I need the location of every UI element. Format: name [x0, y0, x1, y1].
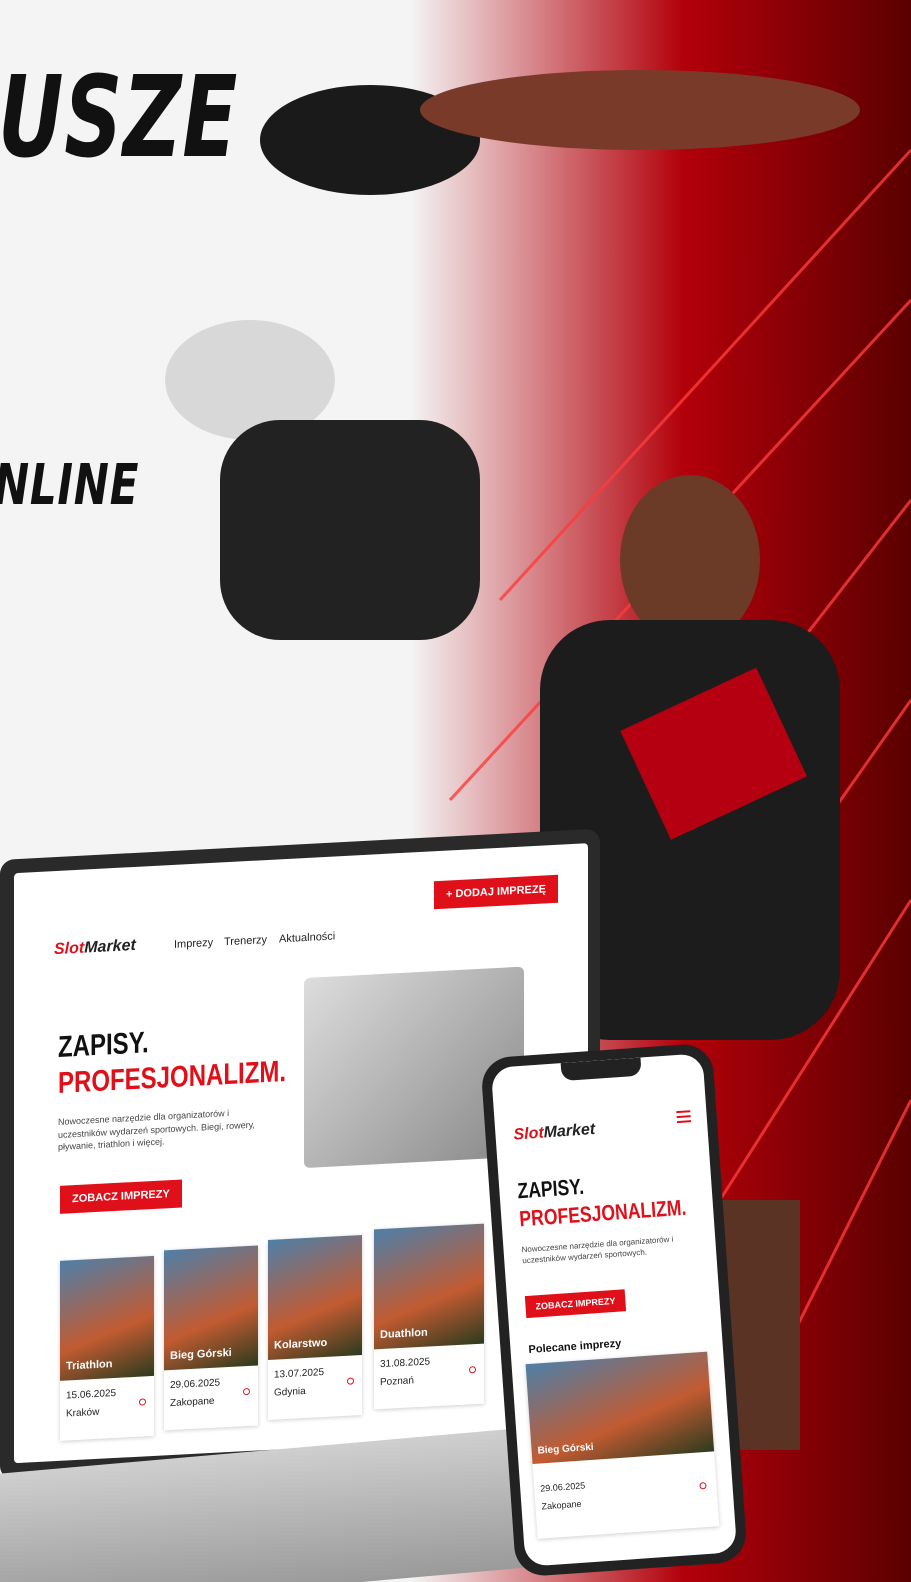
phone-notch [560, 1057, 642, 1082]
event-card-date: 15.06.2025 [66, 1387, 117, 1402]
event-card-date: 31.08.2025 [380, 1356, 431, 1371]
event-card-arrow-icon[interactable] [139, 1398, 146, 1406]
phone-event-card-city: Zakopane [541, 1498, 582, 1512]
event-card-name: Duathlon [380, 1326, 428, 1342]
event-card[interactable]: Duathlon 31.08.2025 Poznań [374, 1223, 484, 1410]
phone-hero-title-line1: ZAPISY. [516, 1173, 585, 1204]
event-card-date: 13.07.2025 [274, 1367, 325, 1381]
event-card-city: Poznań [380, 1375, 414, 1389]
site-nav: SlotMarket Imprezy Trenerzy Aktualności [54, 914, 568, 971]
event-card[interactable]: Kolarstwo 13.07.2025 Gdynia [268, 1235, 362, 1420]
event-card[interactable]: Bieg Górski 29.06.2025 Zakopane [164, 1245, 258, 1431]
runner-head [620, 475, 760, 645]
phone-event-card[interactable]: Bieg Górski 29.06.2025 Zakopane [525, 1351, 720, 1539]
phone-mockup: SlotMarket ZAPISY. PROFESJONALIZM. Nowoc… [480, 1042, 748, 1578]
phone-event-card-arrow-icon[interactable] [699, 1481, 707, 1490]
phone-screen: SlotMarket ZAPISY. PROFESJONALIZM. Nowoc… [490, 1053, 738, 1567]
add-event-button[interactable]: + DODAJ IMPREZĘ [434, 874, 558, 910]
headline-line1: USZE [0, 53, 238, 183]
event-card-city: Zakopane [170, 1395, 215, 1410]
event-card-city: Kraków [66, 1406, 100, 1420]
phone-see-events-button[interactable]: ZOBACZ IMPREZY [524, 1289, 627, 1319]
event-card-name: Triathlon [66, 1358, 113, 1373]
phone-event-card-date: 29.06.2025 [539, 1480, 586, 1494]
nav-trenerzy[interactable]: Trenerzy [224, 934, 267, 948]
event-card-arrow-icon[interactable] [243, 1387, 250, 1396]
phone-hero-description: Nowoczesne narzędzie dla organizatorów i… [521, 1234, 674, 1266]
event-card-arrow-icon[interactable] [347, 1377, 354, 1385]
see-events-button[interactable]: ZOBACZ IMPREZY [60, 1179, 182, 1214]
event-card-arrow-icon[interactable] [469, 1366, 476, 1374]
cyclist-body [220, 420, 480, 640]
event-card-city: Gdynia [274, 1385, 306, 1399]
hero-description: Nowoczesne narzędzie dla organizatorów i… [58, 1107, 255, 1153]
hero-title-line1: ZAPISY. [58, 1026, 149, 1064]
site-logo[interactable]: SlotMarket [54, 937, 136, 958]
swimmer-arm [420, 70, 860, 150]
phone-logo[interactable]: SlotMarket [513, 1121, 596, 1145]
nav-aktualnosci[interactable]: Aktualności [279, 930, 335, 945]
phone-section-title: Polecane imprezy [528, 1337, 622, 1357]
hamburger-menu-icon[interactable] [676, 1110, 692, 1124]
event-card-date: 29.06.2025 [170, 1377, 221, 1392]
event-card[interactable]: Triathlon 15.06.2025 Kraków [60, 1255, 154, 1441]
headline-line2: NLINE [0, 453, 140, 518]
nav-imprezy[interactable]: Imprezy [174, 937, 213, 951]
